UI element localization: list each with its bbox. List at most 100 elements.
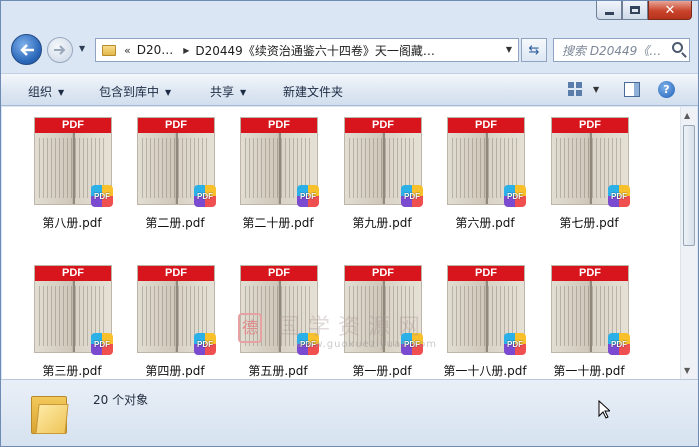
include-in-library-label: 包含到库中 bbox=[99, 85, 160, 99]
preview-pane-icon[interactable] bbox=[624, 82, 640, 97]
file-item[interactable]: PDF PDF 第三册.pdf bbox=[21, 263, 123, 379]
pdf-band-label: PDF bbox=[241, 118, 317, 133]
file-item[interactable]: PDF PDF 第一十八册.pdf bbox=[434, 263, 536, 379]
pdf-band-label: PDF bbox=[138, 266, 214, 281]
file-item[interactable]: PDF PDF 第九册.pdf bbox=[331, 115, 433, 245]
new-folder-button[interactable]: 新建文件夹 bbox=[283, 83, 343, 100]
maximize-icon bbox=[630, 6, 640, 14]
pdf-band-label: PDF bbox=[448, 266, 524, 281]
close-button[interactable]: ✕ bbox=[648, 1, 692, 20]
pdf-band-label: PDF bbox=[552, 118, 628, 133]
pdf-badge-label: PDF bbox=[404, 191, 420, 201]
file-name: 第一十册.pdf bbox=[553, 364, 625, 378]
caption-buttons: ✕ bbox=[596, 1, 692, 20]
file-name: 第七册.pdf bbox=[559, 216, 619, 230]
file-name: 第三册.pdf bbox=[42, 364, 102, 378]
search-placeholder: 搜索 D20449《… bbox=[562, 43, 662, 58]
command-toolbar: 组织 ▼ 包含到库中 ▼ 共享 ▼ 新建文件夹 ▼ ? bbox=[1, 73, 698, 106]
pdf-badge-label: PDF bbox=[507, 339, 523, 349]
view-options-dropdown[interactable]: ▼ bbox=[593, 85, 599, 94]
navigation-bar: ▼ « D20… ▶ D20449《续资治通鉴六十四卷》天一阁藏… ▼ ⇆ 搜索… bbox=[1, 32, 698, 70]
pdf-band-label: PDF bbox=[448, 118, 524, 133]
maximize-button[interactable] bbox=[622, 1, 648, 20]
file-name: 第五册.pdf bbox=[248, 364, 308, 378]
pdf-badge-icon: PDF bbox=[401, 185, 423, 207]
pdf-band-label: PDF bbox=[35, 118, 111, 133]
pdf-badge-icon: PDF bbox=[91, 185, 113, 207]
recent-pages-dropdown[interactable]: ▼ bbox=[79, 44, 85, 53]
file-list[interactable]: PDF PDF 第八册.pdf PDF PDF 第二册.pdf PDF PDF 第二十册.pdf… bbox=[2, 107, 680, 379]
mouse-cursor-icon bbox=[598, 400, 610, 419]
file-item[interactable]: PDF PDF 第五册.pdf bbox=[227, 263, 329, 379]
file-name: 第六册.pdf bbox=[455, 216, 515, 230]
pdf-badge-label: PDF bbox=[611, 191, 627, 201]
organize-menu[interactable]: 组织 ▼ bbox=[28, 83, 64, 100]
pdf-badge-icon: PDF bbox=[194, 333, 216, 355]
pdf-badge-icon: PDF bbox=[297, 185, 319, 207]
forward-button[interactable] bbox=[47, 37, 73, 63]
file-item[interactable]: PDF PDF 第一十册.pdf bbox=[538, 263, 640, 379]
file-name: 第九册.pdf bbox=[352, 216, 412, 230]
close-icon: ✕ bbox=[664, 2, 676, 18]
refresh-button[interactable]: ⇆ bbox=[521, 38, 547, 62]
folder-icon bbox=[102, 44, 116, 56]
file-item[interactable]: PDF PDF 第四册.pdf bbox=[124, 263, 226, 379]
scroll-up-arrow-icon[interactable]: ▲ bbox=[684, 111, 690, 120]
pdf-band-label: PDF bbox=[138, 118, 214, 133]
search-input[interactable]: 搜索 D20449《… bbox=[553, 38, 690, 62]
pdf-badge-label: PDF bbox=[197, 191, 213, 201]
pdf-band-label: PDF bbox=[345, 118, 421, 133]
minimize-button[interactable] bbox=[596, 1, 622, 20]
pdf-badge-icon: PDF bbox=[504, 185, 526, 207]
address-segment-current[interactable]: D20449《续资治通鉴六十四卷》天一阁藏… bbox=[195, 42, 434, 59]
file-item[interactable]: PDF PDF 第八册.pdf bbox=[21, 115, 123, 245]
help-icon[interactable]: ? bbox=[658, 81, 675, 98]
share-label: 共享 bbox=[210, 85, 235, 99]
scrollbar-thumb[interactable] bbox=[683, 125, 695, 246]
pdf-badge-label: PDF bbox=[611, 339, 627, 349]
chevron-down-icon: ▼ bbox=[165, 88, 172, 97]
pdf-badge-label: PDF bbox=[300, 191, 316, 201]
back-button[interactable] bbox=[11, 34, 42, 65]
pdf-badge-label: PDF bbox=[94, 191, 110, 201]
pdf-badge-label: PDF bbox=[94, 339, 110, 349]
details-pane: 20 个对象 bbox=[1, 379, 698, 446]
pdf-badge-label: PDF bbox=[404, 339, 420, 349]
chevron-right-icon[interactable]: ▶ bbox=[183, 46, 189, 55]
include-in-library-menu[interactable]: 包含到库中 ▼ bbox=[99, 83, 171, 100]
file-item[interactable]: PDF PDF 第二册.pdf bbox=[124, 115, 226, 245]
file-name: 第二十册.pdf bbox=[242, 216, 314, 230]
address-overflow-chevron[interactable]: « bbox=[124, 44, 131, 57]
chevron-down-icon: ▼ bbox=[240, 88, 247, 97]
pdf-badge-icon: PDF bbox=[608, 333, 630, 355]
file-name: 第一十八册.pdf bbox=[443, 364, 527, 378]
chevron-down-icon: ▼ bbox=[58, 88, 65, 97]
vertical-scrollbar[interactable]: ▲ ▼ bbox=[680, 107, 697, 379]
file-name: 第八册.pdf bbox=[42, 216, 102, 230]
file-item[interactable]: PDF PDF 第七册.pdf bbox=[538, 115, 640, 245]
refresh-icon: ⇆ bbox=[528, 42, 540, 58]
file-item[interactable]: PDF PDF 第二十册.pdf bbox=[227, 115, 329, 245]
pdf-badge-label: PDF bbox=[507, 191, 523, 201]
file-item[interactable]: PDF PDF 第六册.pdf bbox=[434, 115, 536, 245]
minimize-icon bbox=[604, 11, 614, 15]
address-segment-root[interactable]: D20… bbox=[137, 43, 174, 57]
item-count: 20 个对象 bbox=[93, 393, 149, 407]
file-name: 第二册.pdf bbox=[145, 216, 205, 230]
pdf-badge-icon: PDF bbox=[401, 333, 423, 355]
folder-icon bbox=[31, 392, 69, 434]
search-icon[interactable] bbox=[672, 42, 683, 53]
back-arrow-icon bbox=[19, 43, 34, 56]
pdf-badge-icon: PDF bbox=[297, 333, 319, 355]
address-dropdown[interactable]: ▼ bbox=[506, 45, 512, 54]
address-bar[interactable]: « D20… ▶ D20449《续资治通鉴六十四卷》天一阁藏… ▼ bbox=[95, 38, 519, 62]
view-options-icon[interactable] bbox=[568, 82, 582, 96]
file-name: 第四册.pdf bbox=[145, 364, 205, 378]
file-item[interactable]: PDF PDF 第一册.pdf bbox=[331, 263, 433, 379]
forward-arrow-icon bbox=[54, 45, 66, 55]
scroll-down-arrow-icon[interactable]: ▼ bbox=[684, 366, 690, 375]
pdf-band-label: PDF bbox=[241, 266, 317, 281]
share-menu[interactable]: 共享 ▼ bbox=[210, 83, 246, 100]
organize-label: 组织 bbox=[28, 85, 53, 99]
pdf-badge-icon: PDF bbox=[504, 333, 526, 355]
